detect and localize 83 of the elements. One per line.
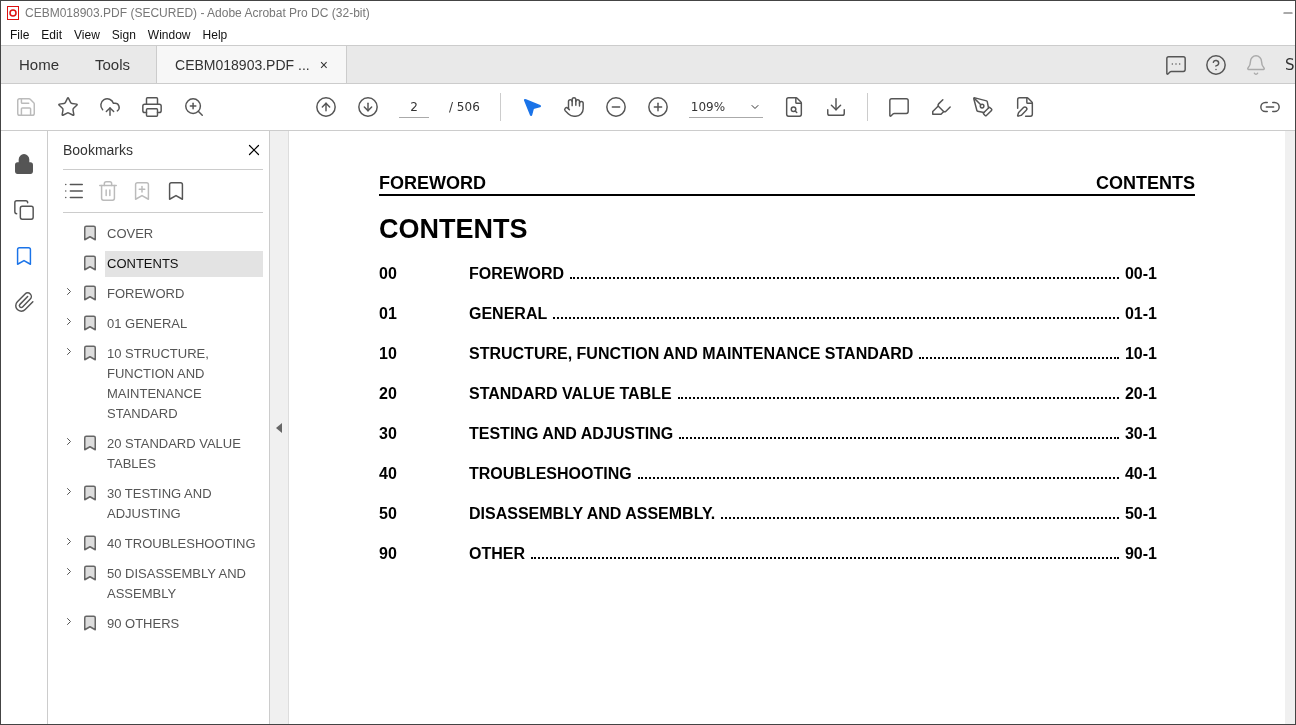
section-number: 00 <box>379 265 398 283</box>
page-reference: 30-1 <box>1124 425 1157 443</box>
tab[interactable]: Home <box>1 46 77 83</box>
bookmark-icon <box>81 224 99 242</box>
page-total: / 506 <box>449 100 480 114</box>
menu-item[interactable]: File <box>5 28 35 42</box>
bookmark-item[interactable]: 40 TROUBLESHOOTING <box>105 531 263 557</box>
menu-item[interactable]: Edit <box>36 28 68 42</box>
bookmark-item[interactable]: 50 DISASSEMBLY AND ASSEMBLY <box>105 561 263 607</box>
bookmark-icon <box>81 434 99 452</box>
bookmark-icon <box>81 564 99 582</box>
close-tab-button[interactable]: × <box>319 56 328 73</box>
section-number: 50 <box>379 505 398 523</box>
bookmark-item[interactable]: FOREWORD <box>105 281 263 307</box>
bookmark-icon <box>81 314 99 332</box>
bookmark-icon <box>81 254 99 272</box>
zoom-field[interactable]: 109% <box>688 96 763 118</box>
help-icon[interactable] <box>1205 53 1227 76</box>
collapse-panel-icon[interactable] <box>276 422 282 433</box>
bookmark-item[interactable]: 90 OTHERS <box>105 611 263 637</box>
zoom-out-icon[interactable] <box>604 96 627 118</box>
print-icon[interactable] <box>141 96 163 118</box>
section-title: TESTING AND ADJUSTING <box>469 425 674 443</box>
page-reference: 40-1 <box>1124 465 1157 483</box>
page-reference: 10-1 <box>1124 345 1157 363</box>
account-label[interactable]: S <box>1285 55 1295 74</box>
paperclip-icon[interactable] <box>13 291 35 313</box>
comment-icon[interactable] <box>887 96 910 118</box>
hand-icon[interactable] <box>562 96 585 118</box>
section-number: 90 <box>379 545 398 563</box>
menu-item[interactable]: View <box>69 28 105 42</box>
page-number-field[interactable]: 2 <box>399 96 429 118</box>
panel-title: Bookmarks <box>63 142 134 158</box>
bookmark-item[interactable]: CONTENTS <box>105 251 263 277</box>
section-number: 20 <box>379 385 398 403</box>
star-icon[interactable] <box>57 96 79 118</box>
tab[interactable]: Tools <box>77 46 149 83</box>
section-number: 10 <box>379 345 398 363</box>
upload-cloud-icon[interactable] <box>99 96 121 118</box>
section-number: 30 <box>379 425 398 443</box>
bookmark-item[interactable]: 20 STANDARD VALUE TABLES <box>105 431 263 477</box>
scrollbar[interactable] <box>1285 131 1295 724</box>
section-title: OTHER <box>469 545 525 563</box>
bookmark-icon <box>81 344 99 362</box>
bookmark-icon <box>81 614 99 632</box>
pdf-app-icon <box>7 6 19 20</box>
section-title: GENERAL <box>469 305 548 323</box>
search-icon[interactable] <box>183 96 205 118</box>
bookmark-item[interactable]: 01 GENERAL <box>105 311 263 337</box>
next-page-icon[interactable] <box>357 96 379 118</box>
page-header: FOREWORD <box>379 173 486 194</box>
bookmark-icon <box>81 534 99 552</box>
page-reference: 01-1 <box>1124 305 1157 323</box>
section-title: STRUCTURE, FUNCTION AND MAINTENANCE STANDARD <box>469 345 914 363</box>
bookmark-item[interactable]: 10 STRUCTURE, FUNCTION AND MAINTENANCE STANDARD <box>105 341 263 427</box>
highlighter-icon[interactable] <box>929 96 952 118</box>
pages-icon[interactable] <box>13 199 35 221</box>
tab[interactable]: CEBM018903.PDF ... × <box>156 46 347 83</box>
section-title: DISASSEMBLY AND ASSEMBLY. <box>469 505 716 523</box>
bookmark-item[interactable]: 30 TESTING AND ADJUSTING <box>105 481 263 527</box>
chat-icon[interactable] <box>1165 53 1187 76</box>
section-title: TROUBLESHOOTING <box>469 465 632 483</box>
page-reference: 00-1 <box>1124 265 1157 283</box>
zoom-in-icon[interactable] <box>646 96 669 118</box>
bookmark-icon <box>81 484 99 502</box>
window-title: CEBM018903.PDF (SECURED) - Adobe Acrobat Pro DC (32-bit) <box>25 6 370 20</box>
section-title: FOREWORD <box>469 265 565 283</box>
section-title: STANDARD VALUE TABLE <box>469 385 672 403</box>
section-number: 40 <box>379 465 398 483</box>
document-heading: CONTENTS <box>379 214 529 245</box>
menu-item[interactable]: Help <box>197 28 233 42</box>
lock-icon[interactable] <box>13 153 35 175</box>
previous-page-icon[interactable] <box>315 96 337 118</box>
bookmark-item[interactable]: COVER <box>105 221 263 247</box>
page-reference: 20-1 <box>1124 385 1157 403</box>
pen-icon[interactable] <box>971 96 994 118</box>
menu-item[interactable]: Window <box>142 28 196 42</box>
page-reference: 90-1 <box>1124 545 1157 563</box>
section-number: 01 <box>379 305 398 323</box>
page-reference: 50-1 <box>1124 505 1157 523</box>
menu-item[interactable]: Sign <box>106 28 141 42</box>
page-header: CONTENTS <box>1096 173 1195 194</box>
bookmark-icon <box>81 284 99 302</box>
